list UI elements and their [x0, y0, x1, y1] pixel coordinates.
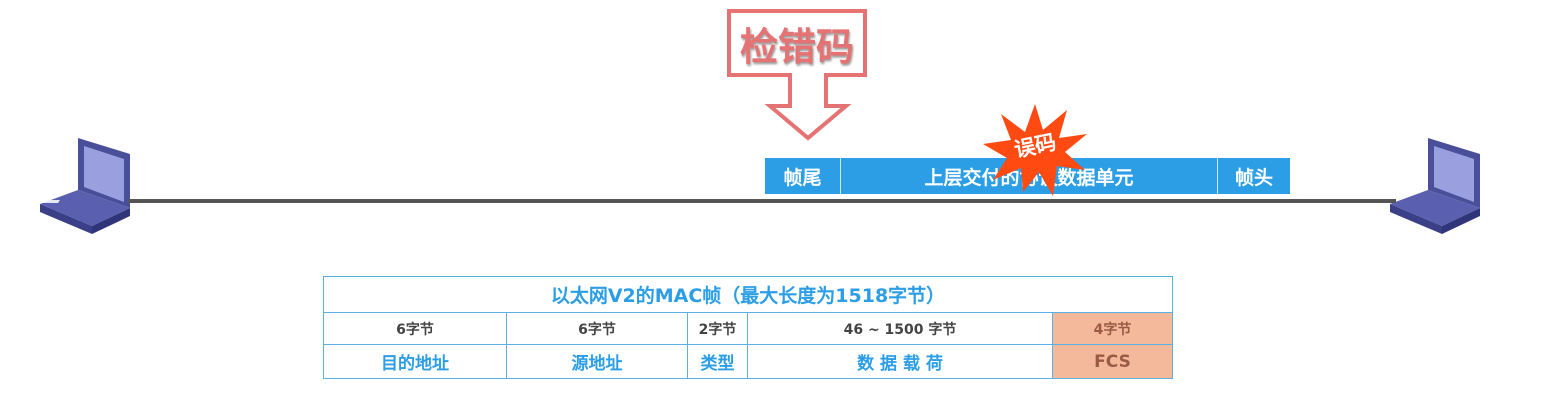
- check-code-label: 检错码: [740, 25, 855, 69]
- table-row-sizes: 6字节 6字节 2字节 46 ~ 1500 字节 4字节: [323, 312, 1173, 345]
- frame-trailer: 帧尾: [765, 158, 841, 194]
- mac-frame-table: 以太网V2的MAC帧（最大长度为1518字节） 6字节 6字节 2字节 46 ~…: [323, 276, 1173, 379]
- field-payload: 数 据 载 荷: [747, 344, 1053, 379]
- field-src: 源地址: [506, 344, 688, 379]
- size-src: 6字节: [506, 312, 688, 345]
- size-type: 2字节: [687, 312, 748, 345]
- field-type: 类型: [687, 344, 748, 379]
- frame-header: 帧头: [1218, 158, 1290, 194]
- table-title: 以太网V2的MAC帧（最大长度为1518字节）: [323, 276, 1173, 313]
- size-dest: 6字节: [323, 312, 507, 345]
- table-row-fields: 目的地址 源地址 类型 数 据 载 荷 FCS: [323, 344, 1173, 379]
- field-fcs: FCS: [1052, 344, 1173, 379]
- laptop-right-icon: [1390, 138, 1480, 234]
- size-fcs: 4字节: [1052, 312, 1173, 345]
- laptop-left-icon: [38, 138, 130, 234]
- network-link: [128, 199, 1396, 203]
- field-dest: 目的地址: [323, 344, 507, 379]
- size-payload: 46 ~ 1500 字节: [747, 312, 1053, 345]
